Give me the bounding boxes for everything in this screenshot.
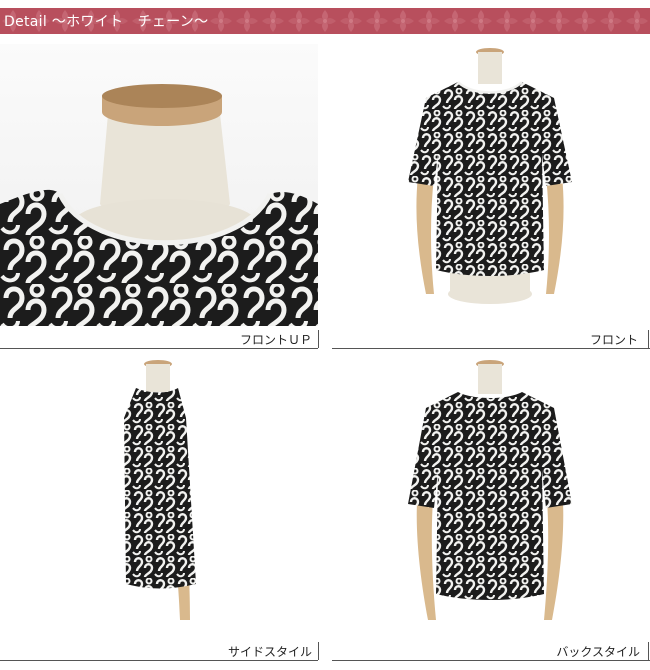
photo-caption: バックスタイル <box>556 645 640 659</box>
side-view-photo <box>0 358 318 640</box>
caption-divider <box>648 642 649 660</box>
caption-divider <box>318 330 319 348</box>
caption-underline <box>0 348 318 349</box>
page-title: Detail ～ホワイト チェーン～ <box>4 14 209 30</box>
caption-divider <box>648 330 649 348</box>
detail-header-bar: Detail ～ホワイト チェーン～ <box>0 8 650 34</box>
photo-caption: フロント <box>589 333 638 347</box>
caption-underline <box>332 348 650 349</box>
caption-underline <box>332 660 650 661</box>
front-view-photo <box>332 44 650 326</box>
photo-caption: フロントＵＰ <box>239 333 312 347</box>
photo-caption: サイドスタイル <box>227 645 312 659</box>
caption-divider <box>318 642 319 660</box>
closeup-neckline-photo <box>0 44 318 326</box>
caption-underline <box>0 660 318 661</box>
back-view-photo <box>332 358 650 640</box>
